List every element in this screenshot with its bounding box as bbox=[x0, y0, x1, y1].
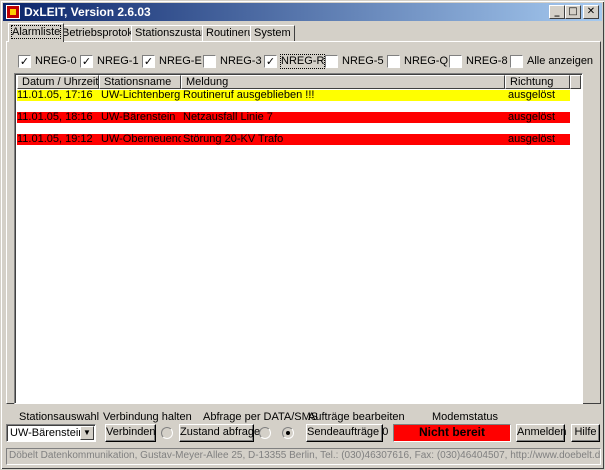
checkbox-nreg-3[interactable] bbox=[203, 55, 216, 68]
cell-station: UW-Oberneuendorf bbox=[101, 134, 181, 145]
help-button[interactable]: Hilfe bbox=[571, 424, 600, 442]
tab-system[interactable]: System bbox=[250, 25, 295, 41]
station-select-value: UW-Bärenstein bbox=[10, 427, 85, 439]
cell-datetime: 11.01.05, 18:16 bbox=[17, 112, 93, 123]
table-row[interactable]: 11.01.05, 19:12 UW-Oberneuendorf Störung… bbox=[17, 134, 570, 145]
column-header-richtung[interactable]: Richtung bbox=[505, 75, 570, 89]
checkbox-nreg-0[interactable]: ✓ bbox=[18, 55, 31, 68]
cell-station: UW-Lichtenberg bbox=[101, 90, 181, 101]
connection-hold-radio[interactable] bbox=[161, 427, 173, 439]
login-button[interactable]: Anmelden bbox=[516, 424, 567, 442]
checkbox-nreg-q[interactable] bbox=[387, 55, 400, 68]
modem-status-label: Modemstatus bbox=[432, 411, 499, 423]
column-header-stationsname[interactable]: Stationsname bbox=[99, 75, 181, 89]
cell-message: Störung 20-KV Trafo bbox=[183, 134, 284, 145]
minimize-button[interactable]: _ bbox=[549, 5, 565, 19]
connection-label: Verbindung halten bbox=[103, 411, 192, 423]
alarm-list[interactable]: Datum / Uhrzeit Stationsname Meldung Ric… bbox=[14, 73, 583, 404]
app-icon[interactable] bbox=[6, 5, 20, 19]
radio-selected-dot bbox=[286, 431, 290, 435]
checkbox-nreg-5[interactable] bbox=[325, 55, 338, 68]
query-label: Abfrage per DATA/SMS bbox=[203, 411, 319, 423]
orders-label: Aufträge bearbeiten bbox=[308, 411, 405, 423]
cell-message: Routineruf ausgeblieben !!! bbox=[183, 90, 315, 101]
tab-alarmliste[interactable]: Alarmliste bbox=[8, 23, 65, 42]
modem-status-indicator: Nicht bereit bbox=[393, 424, 511, 442]
table-row[interactable]: 11.01.05, 18:16 UW-Bärenstein Netzausfal… bbox=[17, 112, 570, 123]
title-bar[interactable]: DxLEIT, Version 2.6.03 _ □ ✕ bbox=[3, 3, 602, 21]
column-header-datum[interactable]: Datum / Uhrzeit bbox=[17, 75, 99, 89]
column-header-meldung[interactable]: Meldung bbox=[181, 75, 505, 89]
checkbox-nreg-e[interactable]: ✓ bbox=[142, 55, 155, 68]
send-orders-button[interactable]: Sendeaufträge 0 bbox=[306, 424, 388, 442]
cell-datetime: 11.01.05, 17:16 bbox=[17, 90, 93, 101]
query-state-button[interactable]: Zustand abfragen bbox=[179, 424, 266, 442]
window-title: DxLEIT, Version 2.6.03 bbox=[24, 5, 151, 19]
cell-direction: ausgelöst bbox=[508, 90, 556, 101]
column-header-filler bbox=[570, 75, 581, 89]
cell-message: Netzausfall Linie 7 bbox=[183, 112, 273, 123]
cell-direction: ausgelöst bbox=[508, 112, 556, 123]
checkbox-nreg-1[interactable]: ✓ bbox=[80, 55, 93, 68]
app-window: DxLEIT, Version 2.6.03 _ □ ✕ Alarmliste … bbox=[0, 0, 605, 470]
query-data-radio[interactable] bbox=[259, 427, 271, 439]
cell-direction: ausgelöst bbox=[508, 134, 556, 145]
status-bar: Döbelt Datenkommunikation, Gustav-Meyer-… bbox=[6, 448, 601, 465]
query-sms-radio[interactable] bbox=[282, 427, 294, 439]
chevron-down-icon[interactable]: ▼ bbox=[80, 426, 94, 440]
connect-button[interactable]: Verbinden bbox=[105, 424, 156, 442]
station-select-label: Stationsauswahl bbox=[19, 411, 100, 423]
cell-station: UW-Bärenstein bbox=[101, 112, 176, 123]
table-row[interactable]: 11.01.05, 17:16 UW-Lichtenberg Routineru… bbox=[17, 90, 570, 101]
cell-datetime: 11.01.05, 19:12 bbox=[17, 134, 93, 145]
close-button[interactable]: ✕ bbox=[583, 5, 599, 19]
station-select[interactable]: UW-Bärenstein ▼ bbox=[6, 424, 96, 442]
checkbox-nreg-8[interactable] bbox=[449, 55, 462, 68]
maximize-button[interactable]: □ bbox=[565, 5, 581, 19]
checkbox-nreg-r[interactable]: ✓ bbox=[264, 55, 277, 68]
checkbox-alle-anzeigen[interactable] bbox=[510, 55, 523, 68]
